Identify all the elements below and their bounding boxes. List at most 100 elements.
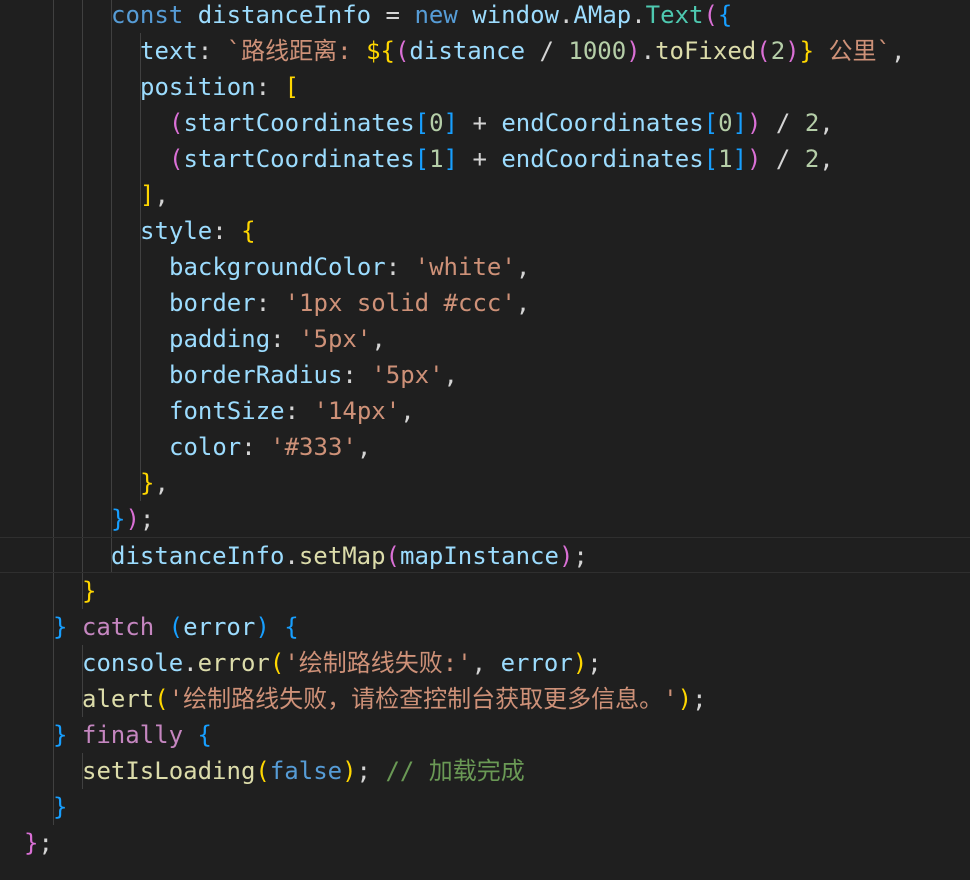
code-token: : [284, 397, 314, 425]
code-text: } [82, 573, 96, 609]
code-token: ) [125, 505, 140, 533]
code-token: 1 [429, 145, 444, 173]
code-token: + [458, 145, 502, 173]
code-token: const [111, 1, 184, 29]
code-token: { [197, 721, 212, 749]
code-token: error [197, 649, 270, 677]
code-line[interactable]: } [0, 789, 970, 825]
code-token: finally [81, 721, 184, 749]
code-text: style: { [140, 213, 256, 249]
code-line[interactable]: fontSize: '14px', [0, 393, 970, 429]
code-token: Text [645, 1, 704, 29]
code-line[interactable]: position: [ [0, 69, 970, 105]
code-line[interactable]: console.error('绘制路线失败:', error); [0, 645, 970, 681]
code-token: , [819, 145, 834, 173]
code-editor[interactable]: const distanceInfo = new window.AMap.Tex… [0, 0, 970, 880]
code-token: ) [747, 145, 762, 173]
code-token: ( [756, 37, 771, 65]
code-line[interactable]: (startCoordinates[1] + endCoordinates[1]… [0, 141, 970, 177]
code-line[interactable]: alert('绘制路线失败，请检查控制台获取更多信息。'); [0, 681, 970, 717]
code-token: style [140, 217, 213, 245]
code-token: . [631, 1, 646, 29]
code-line[interactable]: borderRadius: '5px', [0, 357, 970, 393]
code-text: } catch (error) { [53, 609, 299, 645]
code-token: / [761, 109, 805, 137]
code-token: { [717, 1, 733, 29]
code-token: ; [139, 505, 155, 533]
code-line[interactable]: const distanceInfo = new window.AMap.Tex… [0, 0, 970, 33]
code-token: [ [414, 109, 430, 137]
code-line[interactable]: backgroundColor: 'white', [0, 249, 970, 285]
code-token: distanceInfo [111, 542, 285, 570]
code-token: endCoordinates [501, 109, 704, 137]
code-token: border [169, 289, 256, 317]
code-token: , [356, 433, 372, 461]
code-token: . [183, 649, 198, 677]
code-text: (startCoordinates[1] + endCoordinates[1]… [169, 141, 834, 177]
code-token: ( [168, 613, 184, 641]
code-line[interactable]: style: { [0, 213, 970, 249]
code-line-current[interactable]: distanceInfo.setMap(mapInstance); [0, 537, 970, 573]
code-token: ( [169, 109, 184, 137]
code-token: 0 [429, 109, 444, 137]
code-token: [ [703, 145, 719, 173]
code-token: 2 [804, 109, 820, 137]
code-line[interactable]: text: `路线距离: ${(distance / 1000).toFixed… [0, 33, 970, 69]
code-line[interactable]: padding: '5px', [0, 321, 970, 357]
code-token: . [640, 37, 656, 65]
code-token: '5px' [371, 361, 444, 389]
code-text: }); [111, 501, 154, 537]
code-line[interactable]: } finally { [0, 717, 970, 753]
code-token: window [472, 1, 559, 29]
code-text: }; [24, 825, 53, 861]
code-token: position [140, 73, 256, 101]
code-line[interactable]: color: '#333', [0, 429, 970, 465]
code-text: setIsLoading(false); // 加载完成 [82, 753, 525, 789]
code-token: , [443, 361, 458, 389]
code-text: console.error('绘制路线失败:', error); [82, 645, 602, 681]
code-token: endCoordinates [501, 145, 704, 173]
code-token: padding [169, 325, 271, 353]
code-line[interactable]: }, [0, 465, 970, 501]
code-line[interactable]: setIsLoading(false); // 加载完成 [0, 753, 970, 789]
code-token: color [169, 433, 242, 461]
code-token: ) [255, 613, 270, 641]
code-token: , [890, 37, 906, 65]
code-token: } [53, 721, 68, 749]
code-line[interactable]: ], [0, 177, 970, 213]
code-token: } [799, 37, 815, 65]
code-token: ${ [366, 37, 395, 65]
code-token: borderRadius [169, 361, 343, 389]
code-token: : [197, 37, 227, 65]
code-token: fontSize [169, 397, 285, 425]
code-token: [ [284, 73, 299, 101]
code-token: '1px solid #ccc' [284, 289, 516, 317]
code-token: : [385, 253, 415, 281]
code-token: ) [626, 37, 641, 65]
code-token: false [269, 757, 343, 785]
code-line[interactable]: } catch (error) { [0, 609, 970, 645]
code-line[interactable]: (startCoordinates[0] + endCoordinates[0]… [0, 105, 970, 141]
code-token: ] [443, 109, 458, 137]
code-line[interactable]: }; [0, 825, 970, 861]
code-line[interactable]: } [0, 573, 970, 609]
code-text: color: '#333', [169, 429, 371, 465]
code-line[interactable]: }); [0, 501, 970, 537]
code-text: border: '1px solid #ccc', [169, 285, 530, 321]
code-token: 1 [718, 145, 733, 173]
code-token: ] [443, 145, 458, 173]
code-token: ) [747, 109, 762, 137]
code-token: ( [703, 1, 718, 29]
code-token: , [515, 289, 531, 317]
code-line[interactable]: border: '1px solid #ccc', [0, 285, 970, 321]
code-token: ) [785, 37, 800, 65]
code-token: , [400, 397, 415, 425]
code-token: ) [558, 542, 574, 570]
code-token: 1000 [568, 37, 627, 65]
code-token: startCoordinates [183, 145, 415, 173]
code-text: const distanceInfo = new window.AMap.Tex… [111, 0, 732, 33]
code-token: 2 [770, 37, 786, 65]
